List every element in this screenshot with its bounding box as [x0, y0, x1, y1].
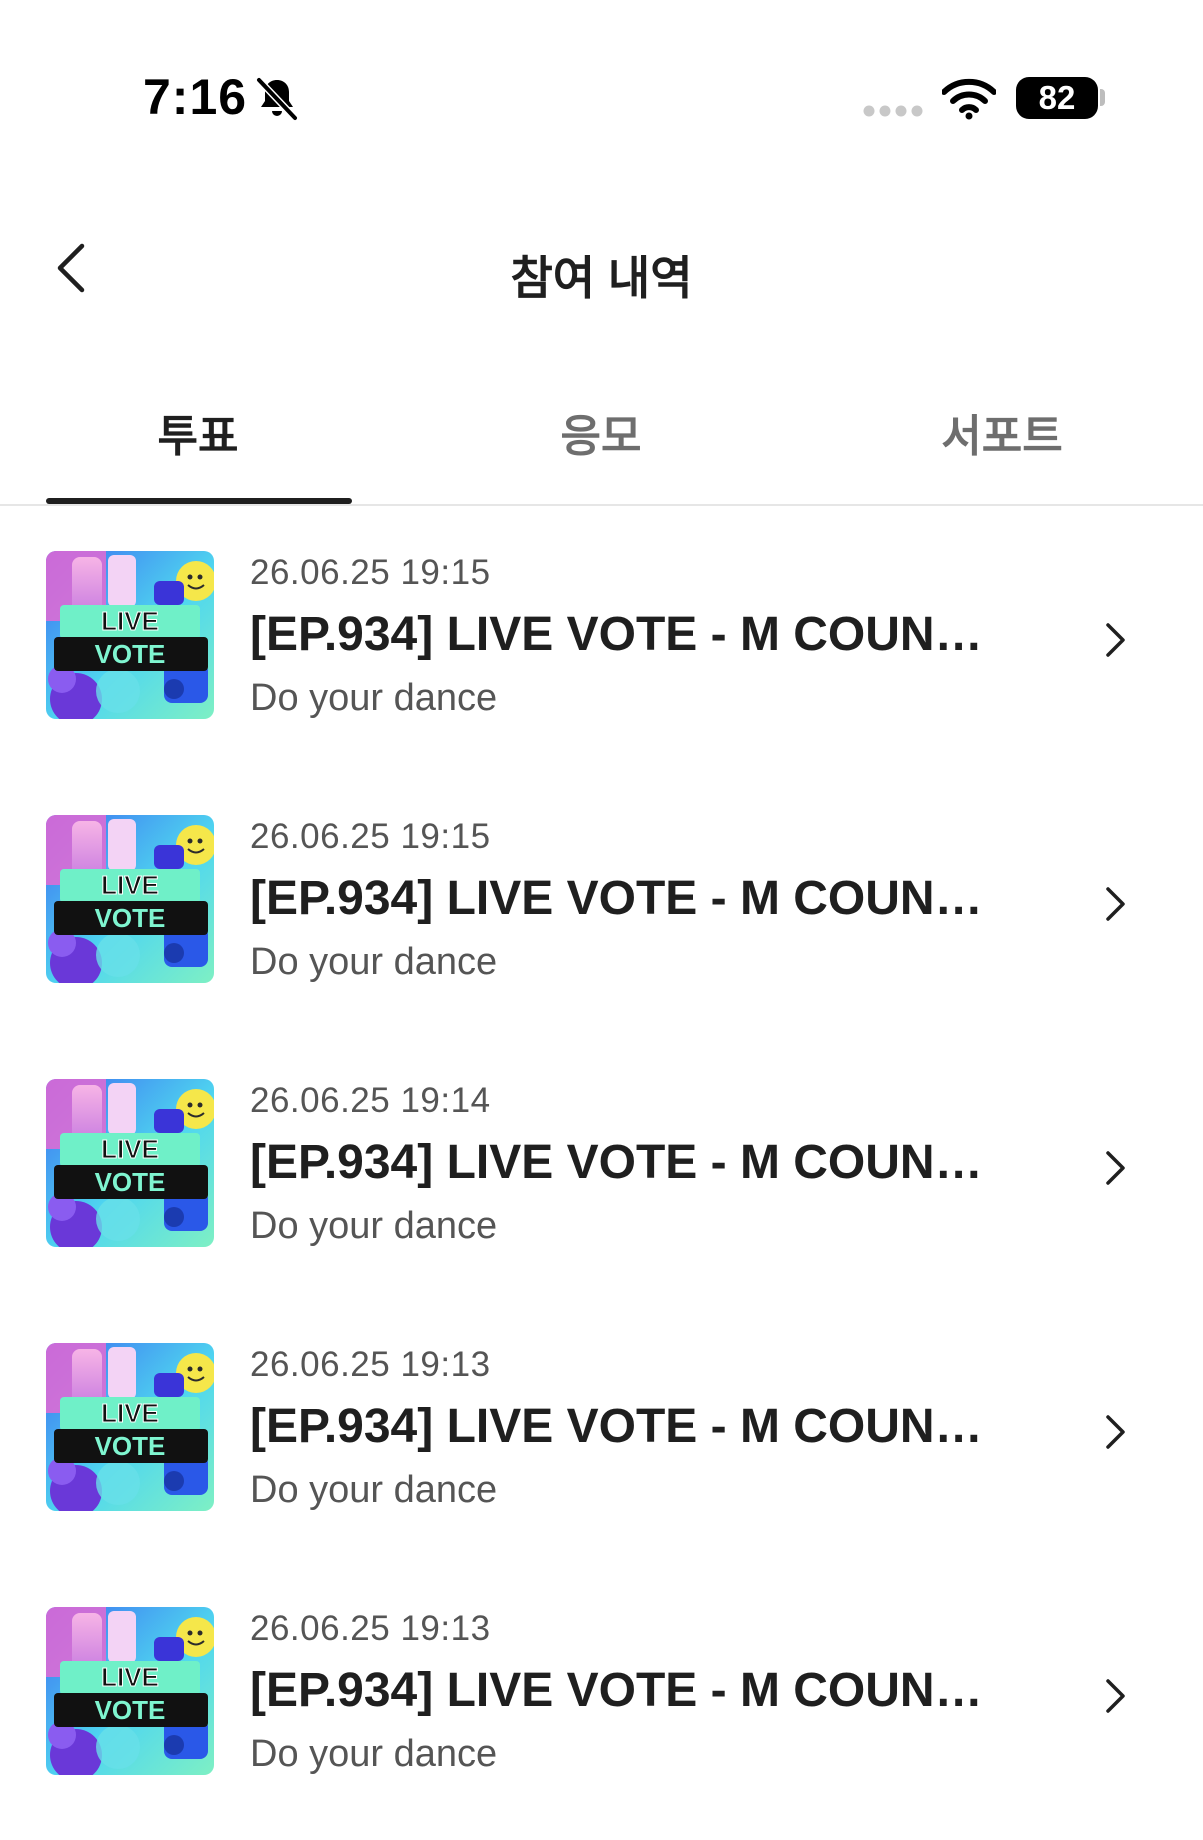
item-date: 26.06.25 19:13: [250, 1609, 491, 1648]
svg-text:VOTE: VOTE: [95, 1431, 166, 1461]
list-item[interactable]: LIVE VOTE 26.06.25 19:15 [EP.934] LIVE VO…: [0, 535, 1203, 799]
chevron-right-icon: [1106, 623, 1125, 657]
svg-text:VOTE: VOTE: [95, 1167, 166, 1197]
battery-tip: [1100, 89, 1105, 106]
item-title: [EP.934] LIVE VOTE - M COUNTDOWN: [250, 1400, 1010, 1453]
page-title: 참여 내역: [510, 252, 693, 304]
item-title: [EP.934] LIVE VOTE - M COUNTDOWN: [250, 1664, 1010, 1717]
svg-text:LIVE: LIVE: [101, 606, 159, 636]
item-subtitle: Do your dance: [250, 1469, 498, 1511]
item-title: [EP.934] LIVE VOTE - M COUNTDOWN: [250, 1136, 1010, 1189]
tab-entry[interactable]: 응모: [441, 400, 761, 464]
battery-level: 82: [1016, 77, 1098, 119]
status-time: 7:16: [143, 69, 248, 125]
tab-support[interactable]: 서포트: [842, 400, 1162, 464]
item-date: 26.06.25 19:14: [250, 1081, 491, 1120]
svg-text:LIVE: LIVE: [101, 1398, 159, 1428]
participation-list: LIVE VOTE 26.06.25 19:15 [EP.934] LIVE VO…: [0, 535, 1203, 1840]
screen: 7:16 82 참여 내역 투표 응모 서포트 LIVE VOTE 26.06.…: [0, 0, 1203, 1840]
chevron-right-icon: [1106, 1679, 1125, 1713]
chevron-right-icon: [1106, 1415, 1125, 1449]
live-vote-thumbnail: LIVE VOTE: [46, 1079, 214, 1247]
item-date: 26.06.25 19:15: [250, 553, 491, 592]
svg-text:LIVE: LIVE: [101, 1662, 159, 1692]
bell-muted-icon: [255, 76, 299, 122]
chevron-right-icon: [1106, 887, 1125, 921]
live-vote-thumbnail: LIVE VOTE: [46, 815, 214, 983]
tab-bar: 투표 응모 서포트: [0, 380, 1203, 506]
list-item[interactable]: LIVE VOTE 26.06.25 19:13 [EP.934] LIVE VO…: [0, 1591, 1203, 1840]
item-title: [EP.934] LIVE VOTE - M COUNTDOWN: [250, 872, 1010, 925]
svg-text:VOTE: VOTE: [95, 903, 166, 933]
tab-vote[interactable]: 투표: [38, 400, 358, 464]
chevron-right-icon: [1106, 1151, 1125, 1185]
live-vote-thumbnail: LIVE VOTE: [46, 1343, 214, 1511]
item-subtitle: Do your dance: [250, 677, 498, 719]
svg-text:LIVE: LIVE: [101, 870, 159, 900]
svg-text:VOTE: VOTE: [95, 639, 166, 669]
live-vote-thumbnail: LIVE VOTE: [46, 1607, 214, 1775]
list-item[interactable]: LIVE VOTE 26.06.25 19:14 [EP.934] LIVE VO…: [0, 1063, 1203, 1327]
svg-text:LIVE: LIVE: [101, 1134, 159, 1164]
status-bar: 7:16 82: [0, 0, 1203, 150]
item-subtitle: Do your dance: [250, 1205, 498, 1247]
cellular-signal-icon: [863, 105, 923, 117]
list-item[interactable]: LIVE VOTE 26.06.25 19:15 [EP.934] LIVE VO…: [0, 799, 1203, 1063]
svg-text:VOTE: VOTE: [95, 1695, 166, 1725]
item-date: 26.06.25 19:15: [250, 817, 491, 856]
item-date: 26.06.25 19:13: [250, 1345, 491, 1384]
live-vote-thumbnail: LIVE VOTE: [46, 551, 214, 719]
item-subtitle: Do your dance: [250, 1733, 498, 1775]
item-title: [EP.934] LIVE VOTE - M COUNTDOWN: [250, 608, 1010, 661]
item-subtitle: Do your dance: [250, 941, 498, 983]
list-item[interactable]: LIVE VOTE 26.06.25 19:13 [EP.934] LIVE VO…: [0, 1327, 1203, 1591]
tabs-divider: [0, 504, 1203, 506]
wifi-icon: [942, 78, 996, 120]
